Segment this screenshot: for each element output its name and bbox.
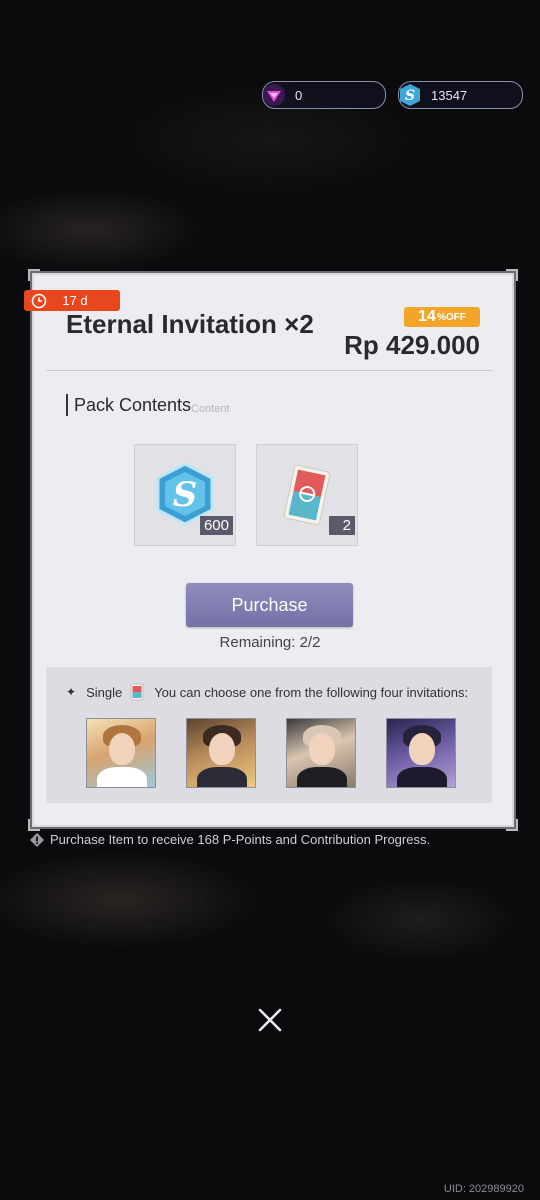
purchase-button[interactable]: Purchase: [186, 583, 353, 627]
invitation-option-3[interactable]: [286, 718, 356, 788]
character-face: [309, 733, 335, 765]
invitation-card-icon: [130, 683, 144, 701]
discount-badge: 14 %OFF: [404, 307, 480, 327]
character-portrait: [397, 767, 447, 787]
choice-prefix: Single: [86, 684, 123, 700]
points-notice: Purchase Item to receive 168 P-Points an…: [30, 832, 430, 847]
discount-suffix: %OFF: [436, 311, 466, 323]
svg-text:S: S: [405, 88, 415, 104]
offer-title: Eternal Invitation ×2: [66, 309, 314, 339]
sparkle-icon: ✦: [66, 685, 77, 699]
gem-counter[interactable]: 0: [262, 81, 386, 109]
corner-decoration: [506, 819, 518, 831]
gem-count: 0: [295, 87, 303, 103]
close-button[interactable]: [254, 1004, 286, 1036]
invitation-option-4[interactable]: [386, 718, 456, 788]
invitation-option-2[interactable]: [186, 718, 256, 788]
stellarite-count: 13547: [431, 87, 468, 103]
corner-decoration: [506, 269, 518, 281]
time-remaining-badge: 17 d: [24, 290, 120, 311]
choice-description: ✦ Single You can choose one from the fol…: [66, 683, 468, 701]
stellarite-counter[interactable]: S 13547: [398, 81, 523, 109]
corner-decoration: [28, 819, 40, 831]
offer-price: Rp 429.000: [344, 330, 480, 360]
choice-text: You can choose one from the following fo…: [154, 684, 469, 700]
timer-text: 17 d: [62, 293, 88, 308]
diamond-info-icon: [30, 832, 44, 847]
close-icon: [258, 1008, 282, 1032]
pack-item-invitation[interactable]: 2: [256, 444, 358, 546]
character-face: [209, 733, 235, 765]
notice-text: Purchase Item to receive 168 P-Points an…: [50, 832, 431, 847]
character-face: [409, 733, 435, 765]
svg-text:S: S: [173, 475, 198, 515]
character-portrait: [97, 767, 147, 787]
invitation-option-1[interactable]: [86, 718, 156, 788]
pack-contents-label: Pack Contents: [66, 394, 191, 416]
corner-decoration: [28, 269, 40, 281]
item-quantity: 600: [199, 516, 233, 535]
remaining-count: Remaining: 2/2: [219, 634, 321, 651]
clock-icon: [28, 293, 50, 309]
character-face: [109, 733, 135, 765]
discount-value: 14: [418, 308, 436, 325]
pack-contents-sublabel: Content: [191, 403, 230, 415]
purple-triangle-gem-icon: [261, 82, 287, 108]
item-quantity: 2: [329, 516, 355, 535]
character-portrait: [197, 767, 247, 787]
user-id: UID: 202989920: [443, 1183, 524, 1195]
divider: [46, 370, 492, 371]
blue-s-coin-icon: S: [397, 82, 423, 108]
character-portrait: [297, 767, 347, 787]
pack-item-stellarite[interactable]: S 600: [134, 444, 236, 546]
